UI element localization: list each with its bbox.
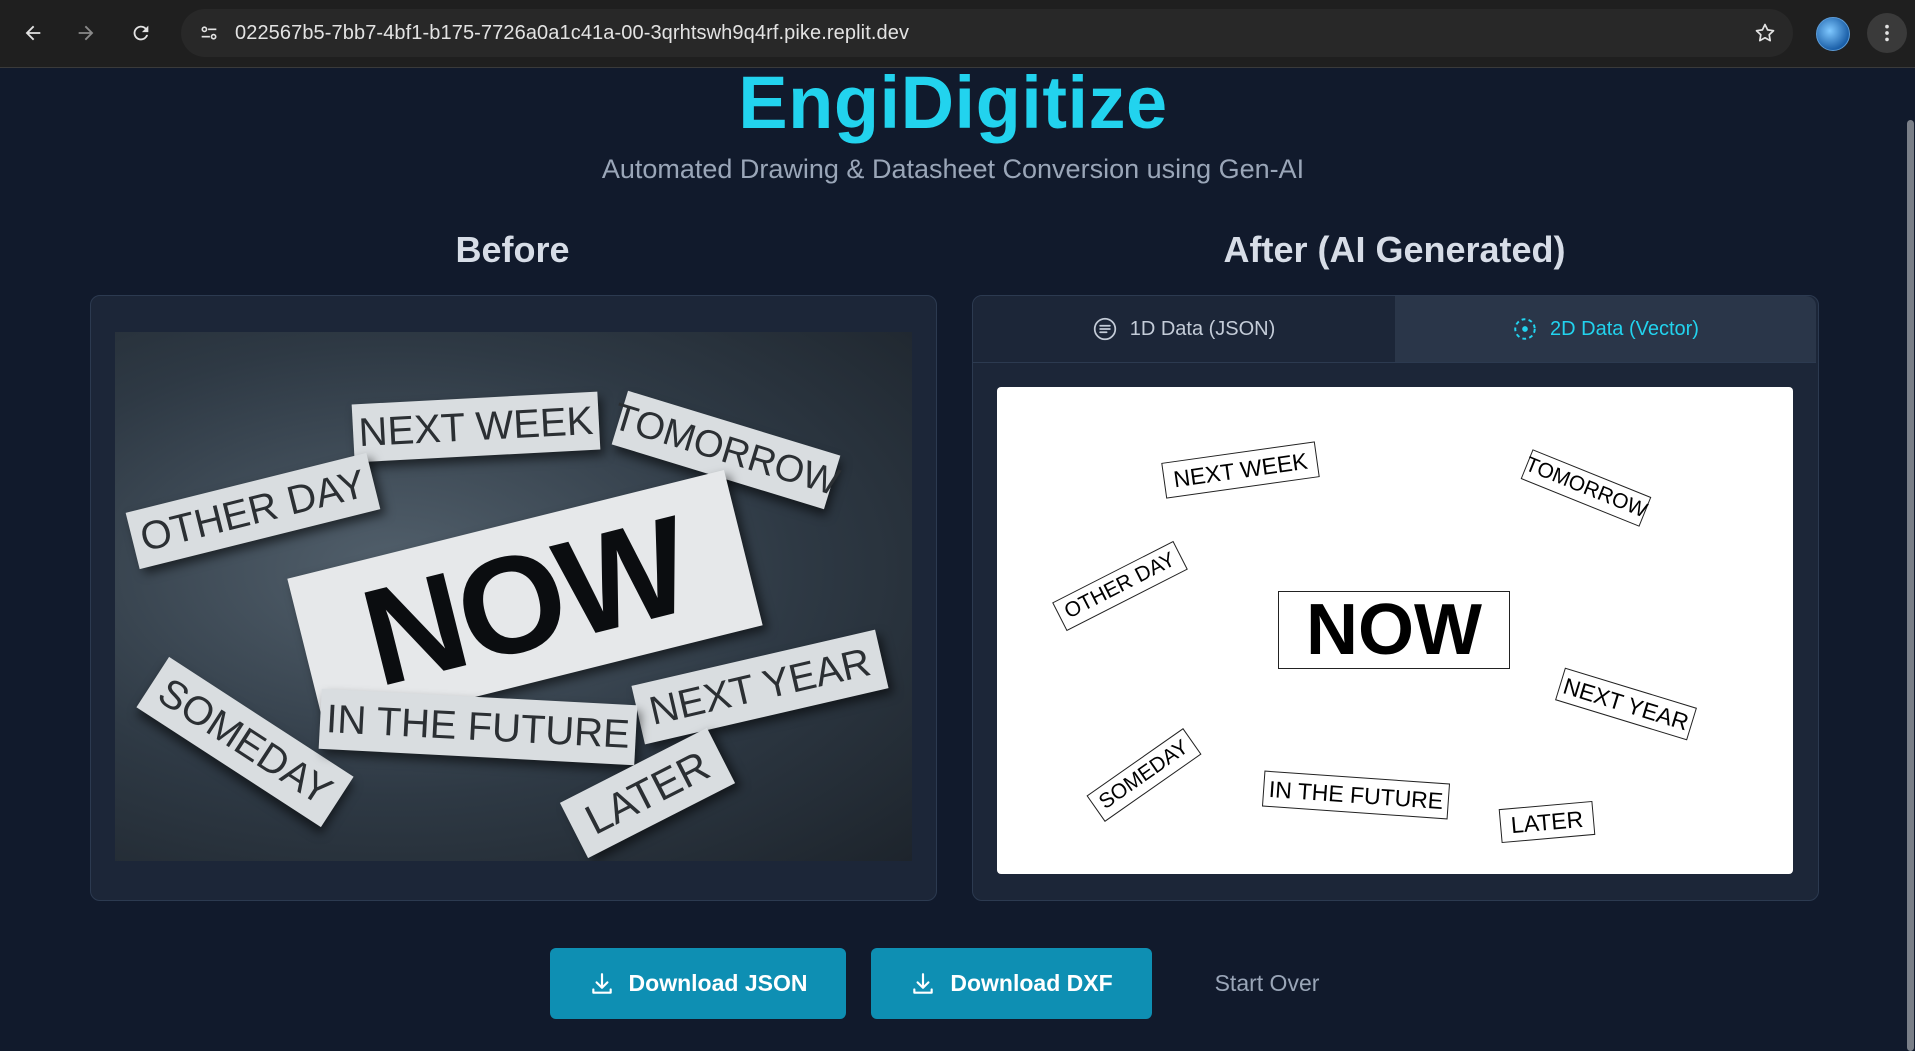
site-info-icon[interactable] <box>193 17 225 49</box>
vector-word-in-the-future: IN THE FUTURE <box>1261 770 1451 820</box>
back-button[interactable] <box>13 13 53 53</box>
download-icon <box>913 972 934 994</box>
photo-word-next-week: NEXT WEEK <box>351 391 601 463</box>
document-lines-icon <box>1093 317 1116 341</box>
vector-word-other-day: OTHER DAY <box>1052 540 1188 632</box>
start-over-button[interactable]: Start Over <box>1192 948 1342 1019</box>
vector-preview-canvas: NEXT WEEK TOMORROW OTHER DAY NOW NEXT YE… <box>997 387 1793 874</box>
data-view-tabs: 1D Data (JSON) 2D Data (Vector) <box>973 296 1816 363</box>
tab-vector-label: 2D Data (Vector) <box>1550 317 1699 340</box>
browser-menu-button[interactable] <box>1867 13 1907 53</box>
vector-word-next-year: NEXT YEAR <box>1555 667 1697 741</box>
original-photo: NEXT WEEK TOMORROW OTHER DAY NOW NEXT YE… <box>115 332 912 861</box>
vector-word-later: LATER <box>1498 800 1596 844</box>
browser-toolbar: 022567b5-7bb7-4bf1-b175-7726a0a1c41a-00-… <box>0 0 1915 68</box>
vector-word-tomorrow: TOMORROW <box>1520 449 1652 527</box>
tab-vector[interactable]: 2D Data (Vector) <box>1395 296 1816 362</box>
photo-word-in-the-future: IN THE FUTURE <box>318 688 638 766</box>
before-heading: Before <box>455 229 570 270</box>
before-panel: NEXT WEEK TOMORROW OTHER DAY NOW NEXT YE… <box>90 295 937 901</box>
bookmark-star-icon[interactable] <box>1751 19 1779 47</box>
reload-button[interactable] <box>121 13 161 53</box>
download-dxf-label: Download DXF <box>950 970 1113 996</box>
download-icon <box>591 972 612 994</box>
vector-nodes-icon <box>1514 318 1536 340</box>
tab-json[interactable]: 1D Data (JSON) <box>973 296 1394 362</box>
vector-word-someday: SOMEDAY <box>1086 728 1202 822</box>
photo-word-other-day: OTHER DAY <box>125 452 381 570</box>
after-panel: 1D Data (JSON) 2D Data (Vector) NEXT WEE… <box>972 295 1819 901</box>
arrow-right-icon <box>78 25 94 41</box>
reload-icon <box>133 25 149 41</box>
address-bar[interactable]: 022567b5-7bb7-4bf1-b175-7726a0a1c41a-00-… <box>181 9 1793 57</box>
forward-button[interactable] <box>66 13 106 53</box>
download-dxf-button[interactable]: Download DXF <box>871 948 1152 1019</box>
vector-word-next-week: NEXT WEEK <box>1161 441 1320 499</box>
after-heading: After (AI Generated) <box>1223 229 1566 270</box>
tab-json-label: 1D Data (JSON) <box>1129 317 1276 340</box>
download-json-label: Download JSON <box>628 970 808 996</box>
profile-avatar[interactable] <box>1816 17 1850 51</box>
page-title: EngiDigitize <box>738 61 1168 144</box>
scrollbar-thumb[interactable] <box>1907 120 1914 1051</box>
page-subtitle: Automated Drawing & Datasheet Conversion… <box>601 154 1305 184</box>
vector-word-now: NOW <box>1278 590 1510 670</box>
more-vert-icon <box>1885 24 1889 42</box>
download-json-button[interactable]: Download JSON <box>550 948 846 1019</box>
arrow-left-icon <box>25 25 41 41</box>
url-text[interactable]: 022567b5-7bb7-4bf1-b175-7726a0a1c41a-00-… <box>235 22 909 45</box>
